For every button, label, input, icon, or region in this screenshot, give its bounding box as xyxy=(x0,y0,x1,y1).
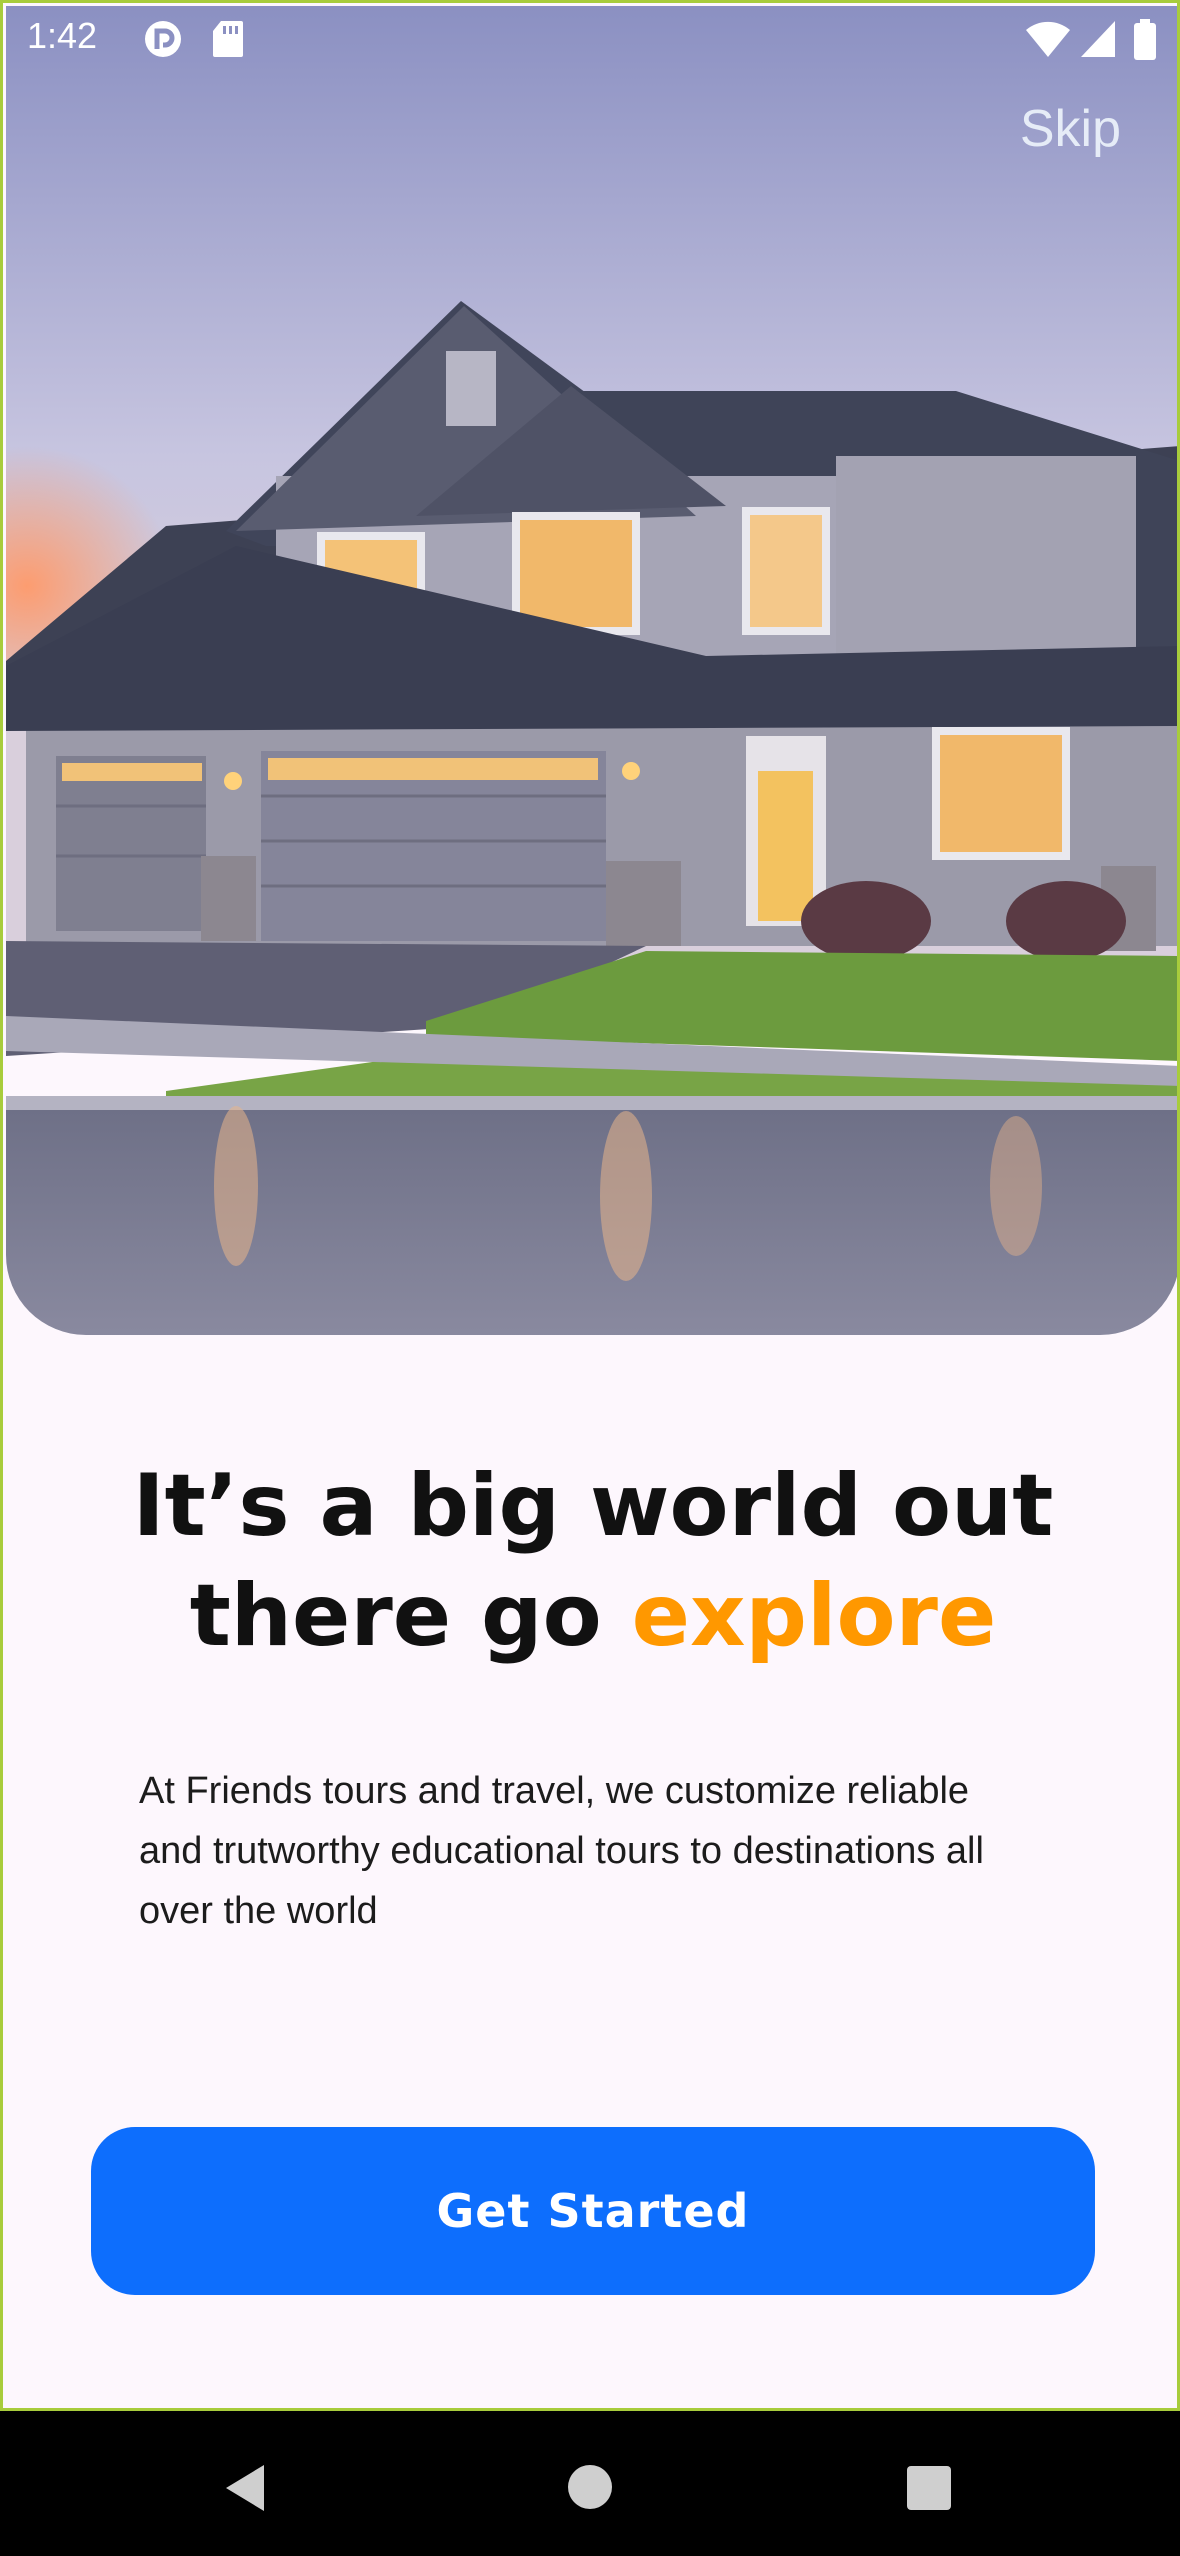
headline-part-2: there go xyxy=(189,1566,632,1666)
onboarding-screen: 1:42 Skip It’s a big world out there go … xyxy=(0,0,1180,2411)
description-text: At Friends tours and travel, we customiz… xyxy=(139,1770,984,1932)
sd-card-icon xyxy=(211,19,245,63)
skip-button[interactable]: Skip xyxy=(1020,99,1121,159)
get-started-button[interactable]: Get Started xyxy=(91,2127,1095,2295)
headline-line-1: It’s a big world out xyxy=(132,1456,1054,1556)
wifi-icon xyxy=(1025,19,1071,63)
pocket-casts-icon xyxy=(143,19,183,63)
navigation-bar xyxy=(0,2411,1180,2556)
signal-icon xyxy=(1079,19,1117,63)
status-time: 1:42 xyxy=(27,15,98,56)
hero-image xyxy=(6,6,1177,1335)
recents-icon[interactable] xyxy=(906,2465,952,2515)
home-icon[interactable] xyxy=(566,2463,614,2515)
headline-line-2: there go explore xyxy=(3,1561,1177,1671)
status-bar: 1:42 xyxy=(3,3,1177,75)
back-icon[interactable] xyxy=(222,2463,268,2517)
page-title: It’s a big world out there go explore xyxy=(3,1451,1177,1671)
headline-accent: explore xyxy=(631,1566,997,1666)
battery-icon xyxy=(1133,19,1157,65)
